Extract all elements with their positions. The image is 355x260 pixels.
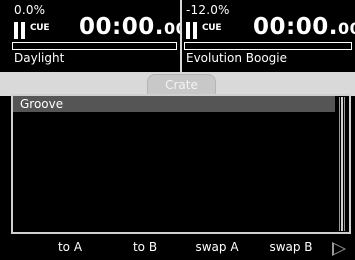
list-scrollbar[interactable] — [339, 97, 345, 231]
list-item[interactable]: Groove — [13, 96, 335, 112]
crate-list: Groove — [11, 94, 351, 234]
scrollbar-thumb[interactable] — [341, 97, 343, 231]
deck-a-track-title: Daylight — [14, 51, 65, 65]
deck-a-cue-label: CUE — [30, 23, 50, 33]
player-screen: 0.0% CUE 00:00.00 Daylight -12.0% CUE 00… — [0, 0, 355, 260]
softkey-bar: to A to B swap A swap B — [0, 236, 355, 260]
deck-b-time-main: 00:00. — [253, 14, 338, 40]
tab-crate[interactable]: Crate — [147, 74, 216, 96]
to-b-button[interactable]: to B — [115, 236, 175, 260]
deck-a-progress-bar[interactable] — [12, 42, 177, 50]
deck-b-progress-bar[interactable] — [184, 42, 352, 50]
deck-b-track-title: Evolution Boogie — [186, 51, 288, 65]
deck-a-time: 00:00.00 — [79, 16, 187, 39]
swap-a-button[interactable]: swap A — [187, 236, 247, 260]
deck-b-pitch: -12.0% — [186, 3, 230, 17]
pause-icon[interactable] — [14, 22, 26, 39]
deck-a-time-main: 00:00. — [79, 14, 164, 40]
deck-a: 0.0% CUE 00:00.00 Daylight — [0, 0, 187, 72]
next-arrow-icon[interactable] — [332, 242, 346, 256]
deck-b-cue-label: CUE — [202, 23, 222, 33]
pause-icon[interactable] — [186, 22, 198, 39]
deck-b-time-frac: 00 — [337, 19, 355, 38]
deck-b: -12.0% CUE 00:00.00 Evolution Boogie — [182, 0, 355, 72]
crate-tab-bar: Crate — [0, 72, 355, 96]
to-a-button[interactable]: to A — [40, 236, 100, 260]
swap-b-button[interactable]: swap B — [261, 236, 321, 260]
deck-b-time: 00:00.00 — [253, 16, 355, 39]
deck-a-pitch: 0.0% — [14, 3, 46, 17]
